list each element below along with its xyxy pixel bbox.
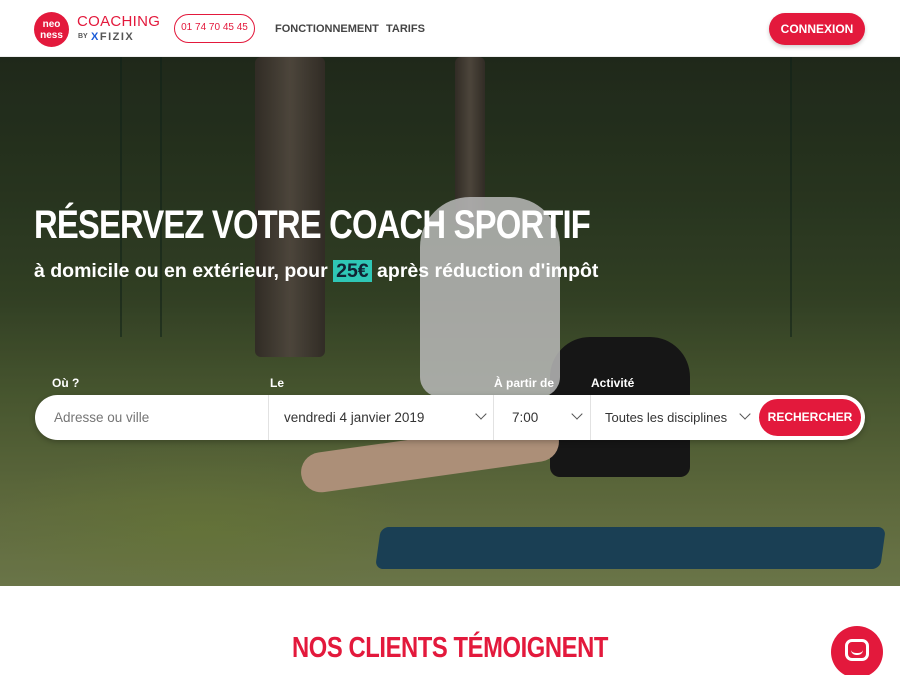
logo-text-bottom: ness <box>40 30 63 41</box>
chat-button[interactable] <box>831 626 883 675</box>
date-select[interactable]: vendredi 4 janvier 2019 <box>284 395 504 440</box>
activity-select[interactable]: Toutes les disciplines <box>605 395 745 440</box>
neoness-logo[interactable]: neo ness <box>34 12 69 47</box>
search-button[interactable]: RECHERCHER <box>759 399 861 436</box>
fizix-wordmark: XFIZIX <box>91 31 134 43</box>
hero-subtitle: à domicile ou en extérieur, pour 25€ apr… <box>34 260 598 283</box>
address-input[interactable] <box>54 395 264 440</box>
coaching-wordmark: COACHING <box>77 13 161 30</box>
subtitle-text: à domicile ou en extérieur, pour <box>34 260 334 282</box>
activity-label: Activité <box>591 376 635 390</box>
fizix-x-mark: X <box>91 31 100 43</box>
price-highlight: 25€ <box>333 260 372 282</box>
subtitle-text-end: après réduction d'impôt <box>371 260 599 282</box>
login-button[interactable]: CONNEXION <box>769 13 865 45</box>
nav-fonctionnement[interactable]: FONCTIONNEMENT <box>275 23 379 35</box>
time-select[interactable]: 7:00 <box>512 395 582 440</box>
hero-overlay <box>0 57 900 586</box>
divider <box>590 395 591 440</box>
fizix-text: FIZIX <box>99 31 135 43</box>
phone-button[interactable]: 01 74 70 45 45 <box>174 14 255 43</box>
hero-section: RÉSERVEZ VOTRE COACH SPORTIF à domicile … <box>0 57 900 586</box>
testimonials-title: NOS CLIENTS TÉMOIGNENT <box>292 632 608 664</box>
divider <box>493 395 494 440</box>
by-text: BY <box>78 33 88 40</box>
where-label: Où ? <box>52 376 80 390</box>
logo-text-top: neo <box>42 19 61 30</box>
nav-tarifs[interactable]: TARIFS <box>386 23 425 35</box>
hero-title: RÉSERVEZ VOTRE COACH SPORTIF <box>34 203 591 247</box>
divider <box>268 395 269 440</box>
time-label: À partir de <box>494 376 555 390</box>
site-header: neo ness COACHING BY XFIZIX 01 74 70 45 … <box>0 0 900 57</box>
date-label: Le <box>270 376 285 390</box>
search-bar: vendredi 4 janvier 2019 7:00 Toutes les … <box>35 395 865 440</box>
